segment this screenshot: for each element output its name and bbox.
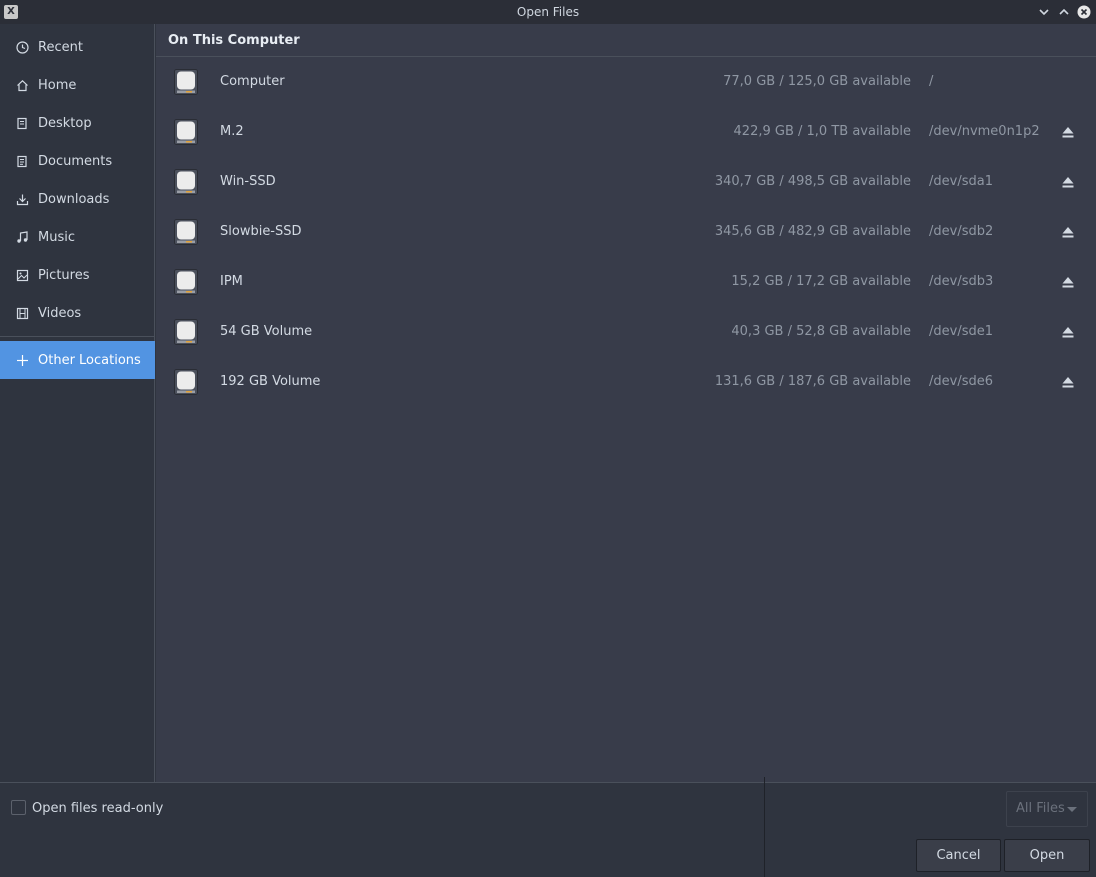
drive-device: /dev/sde6 (929, 374, 993, 389)
drive-icon (174, 319, 198, 345)
drive-device: /dev/sde1 (929, 324, 993, 339)
drive-space: 422,9 GB / 1,0 TB available (733, 124, 911, 139)
drive-icon (174, 169, 198, 195)
eject-icon[interactable] (1061, 325, 1075, 339)
chevron-down-icon (1067, 807, 1077, 812)
drive-space: 40,3 GB / 52,8 GB available (731, 324, 911, 339)
section-title: On This Computer (168, 33, 300, 48)
drive-row[interactable]: 192 GB Volume 131,6 GB / 187,6 GB availab… (156, 357, 1096, 407)
close-icon[interactable] (1077, 5, 1091, 19)
sidebar-item-label: Desktop (38, 115, 92, 131)
drive-space: 345,6 GB / 482,9 GB available (714, 224, 911, 239)
video-icon (16, 307, 29, 319)
sidebar-item-label: Videos (38, 305, 82, 321)
readonly-label[interactable]: Open files read-only (32, 801, 163, 816)
sidebar: Recent Home Desktop Documents Downloads … (0, 24, 155, 782)
sidebar-item-label: Downloads (38, 191, 110, 207)
picture-icon (16, 269, 29, 281)
sidebar-item-label: Music (38, 229, 75, 245)
sidebar-item-label: Recent (38, 39, 83, 55)
sidebar-item-documents[interactable]: Documents (0, 142, 155, 180)
drive-device: / (929, 74, 934, 89)
drive-name: IPM (220, 274, 243, 289)
sidebar-item-label: Pictures (38, 267, 90, 283)
sidebar-item-pictures[interactable]: Pictures (0, 256, 155, 294)
drive-icon (174, 119, 198, 145)
drive-row[interactable]: Win-SSD 340,7 GB / 498,5 GB available/dev… (156, 157, 1096, 207)
drive-icon (174, 369, 198, 395)
eject-icon[interactable] (1061, 125, 1075, 139)
drive-name: Win-SSD (220, 174, 276, 189)
eject-icon[interactable] (1061, 225, 1075, 239)
drive-space: 15,2 GB / 17,2 GB available (731, 274, 911, 289)
sidebar-item-videos[interactable]: Videos (0, 294, 155, 332)
sidebar-item-label: Home (38, 77, 77, 93)
sidebar-item-recent[interactable]: Recent (0, 28, 155, 66)
sidebar-item-downloads[interactable]: Downloads (0, 180, 155, 218)
drive-device: /dev/sda1 (929, 174, 993, 189)
sidebar-item-desktop[interactable]: Desktop (0, 104, 155, 142)
drive-name: 192 GB Volume (220, 374, 321, 389)
drive-row[interactable]: M.2 422,9 GB / 1,0 TB available/dev/nvme0… (156, 107, 1096, 157)
cancel-button[interactable]: Cancel (916, 839, 1001, 872)
drive-name: 54 GB Volume (220, 324, 313, 339)
sidebar-item-label: Documents (38, 153, 113, 169)
desktop-icon (17, 117, 27, 129)
drive-device: /dev/sdb2 (929, 224, 994, 239)
window-title: Open Files (516, 5, 580, 19)
plus-icon (17, 354, 28, 366)
download-icon (16, 194, 29, 205)
drive-space: 77,0 GB / 125,0 GB available (723, 74, 911, 89)
music-icon (17, 230, 28, 243)
drive-row[interactable]: Slowbie-SSD 345,6 GB / 482,9 GB available… (156, 207, 1096, 257)
maximize-icon[interactable] (1057, 5, 1071, 19)
sidebar-item-music[interactable]: Music (0, 218, 155, 256)
open-button[interactable]: Open (1004, 839, 1090, 872)
drive-name: Computer (220, 74, 285, 89)
drive-icon (174, 269, 198, 295)
eject-icon[interactable] (1061, 275, 1075, 289)
eject-icon[interactable] (1061, 175, 1075, 189)
home-icon (17, 79, 28, 91)
drive-space: 340,7 GB / 498,5 GB available (714, 174, 911, 189)
drive-device: /dev/nvme0n1p2 (929, 124, 1040, 139)
locations-panel: On This Computer Computer 77,0 GB / 125,0… (156, 24, 1096, 782)
sidebar-item-label: Other Locations (38, 352, 141, 368)
drive-icon (174, 69, 198, 95)
document-icon (17, 155, 27, 167)
sidebar-item-other-locations[interactable]: Other Locations (0, 341, 155, 379)
file-filter-value: All Files (1016, 801, 1065, 816)
bottom-divider (764, 777, 765, 877)
sidebar-separator (0, 336, 155, 337)
drive-row[interactable]: Computer 77,0 GB / 125,0 GB available / (156, 57, 1096, 107)
drive-icon (174, 219, 198, 245)
drive-row[interactable]: 54 GB Volume 40,3 GB / 52,8 GB available /… (156, 307, 1096, 357)
drive-device: /dev/sdb3 (929, 274, 994, 289)
eject-icon[interactable] (1061, 375, 1075, 389)
file-filter-select[interactable]: All Files (1006, 791, 1088, 827)
sidebar-item-home[interactable]: Home (0, 66, 155, 104)
title-bar: X Open Files (0, 0, 1096, 24)
clock-icon (16, 40, 29, 54)
drive-name: M.2 (220, 124, 244, 139)
readonly-checkbox[interactable] (11, 800, 26, 815)
minimize-icon[interactable] (1037, 5, 1051, 19)
bottom-bar: Open files read-only All Files Cancel Op… (0, 777, 1096, 877)
drive-name: Slowbie-SSD (220, 224, 302, 239)
drive-row[interactable]: IPM 15,2 GB / 17,2 GB available/dev/sdb3 (156, 257, 1096, 307)
drive-space: 131,6 GB / 187,6 GB available (714, 374, 911, 389)
